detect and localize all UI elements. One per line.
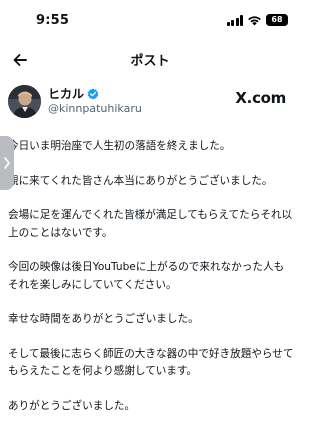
post-paragraph: 会場に足を運んでくれた皆様が満足してもらえてたらそれ以上のことはないです。 [8,209,293,239]
x-com-logo-text: X.com [235,89,286,107]
author-name[interactable]: ヒカル [48,85,84,102]
avatar-image [8,85,41,118]
status-icons: 68 [226,13,288,27]
post-paragraph: そして最後に志らく師匠の大きな器の中で好き放題やらせてもらえたことを何より感謝し… [8,347,294,378]
post-paragraph: ありがとうございました。 [8,399,136,412]
signal-icon [226,14,243,26]
status-time: 9:55 [36,13,70,28]
x-com-logo: X.com [235,89,286,107]
post-paragraph: 観に来てくれた皆さん本当にありがとうございました。 [8,174,273,187]
chevron-right-icon [4,157,10,169]
battery-icon: 68 [266,14,288,26]
post-header: ポスト [0,44,300,76]
post-body: 今日いま明治座で人生初の落語を終えました。 観に来てくれた皆さん本当にありがとう… [8,138,294,432]
status-bar: 9:55 68 [0,0,300,40]
verified-badge-icon [87,88,99,99]
edge-panel-tab[interactable] [0,136,14,190]
post-paragraph: 今日いま明治座で人生初の落語を終えました。 [8,140,231,152]
avatar[interactable] [8,85,41,118]
post-paragraph: 今回の映像は後日YouTubeに上がるので来れなかった人もそれを楽しみにしていて… [8,261,285,291]
author-name-line: ヒカル [48,85,99,102]
page-title: ポスト [130,54,170,69]
author-row: ヒカル @kinnpatuhikaru X.com [0,80,300,126]
wifi-icon [248,15,261,25]
post-paragraph: 幸せな時間をありがとうございました。 [8,313,199,325]
author-handle[interactable]: @kinnpatuhikaru [48,102,142,115]
